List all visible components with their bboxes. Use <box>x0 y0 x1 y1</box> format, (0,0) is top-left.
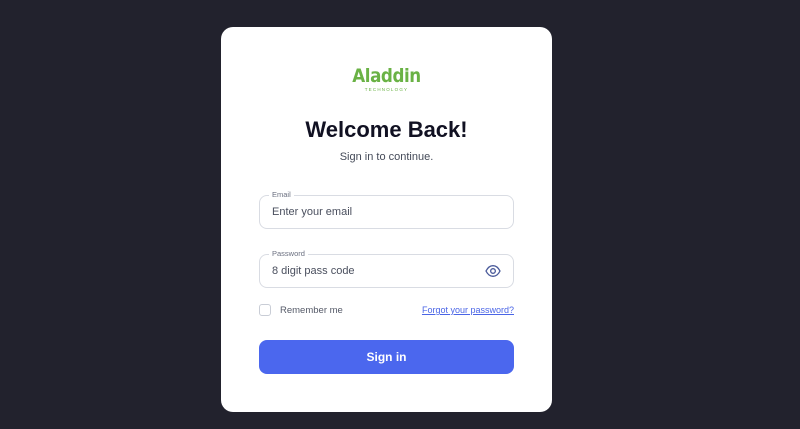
logo-wordmark: Aladdin <box>352 65 421 87</box>
remember-label: Remember me <box>280 304 343 316</box>
sign-in-button[interactable]: Sign in <box>259 340 514 374</box>
login-card: Aladdin TECHNOLOGY Welcome Back! Sign in… <box>221 27 552 412</box>
email-field: Email <box>259 190 514 229</box>
page-title: Welcome Back! <box>305 117 468 142</box>
password-field: Password <box>259 249 514 288</box>
brand-logo: Aladdin TECHNOLOGY <box>221 65 552 93</box>
forgot-password-link[interactable]: Forgot your password? <box>422 305 514 315</box>
remember-me[interactable]: Remember me <box>259 304 343 316</box>
eye-icon[interactable] <box>485 264 501 278</box>
password-input[interactable] <box>272 255 472 287</box>
logo-tagline: TECHNOLOGY <box>364 87 409 92</box>
remember-checkbox[interactable] <box>259 304 271 316</box>
page-subtitle: Sign in to continue. <box>339 151 434 163</box>
email-input[interactable] <box>272 196 472 228</box>
